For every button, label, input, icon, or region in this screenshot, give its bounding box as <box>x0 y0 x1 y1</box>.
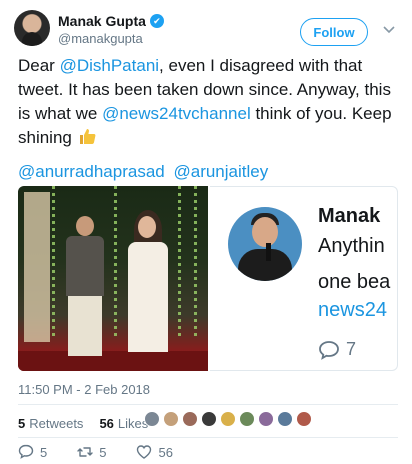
photo-person <box>126 210 170 352</box>
divider <box>18 404 398 405</box>
reply-button[interactable]: 5 <box>18 444 47 460</box>
likers-avatars <box>144 411 312 427</box>
tweet-mentions: @anurradhaprasad @arunjaitley <box>18 160 272 184</box>
author-name-row: Manak Gupta ✔ <box>58 13 164 29</box>
liker-avatar[interactable] <box>163 411 179 427</box>
thumbs-up-emoji-icon <box>77 126 97 146</box>
quoted-reply-number: 7 <box>346 339 357 359</box>
mention-link[interactable]: @arunjaitley <box>173 162 268 181</box>
liker-avatar[interactable] <box>220 411 236 427</box>
tweet-text: Dear @DishPatani, even I disagreed with … <box>18 54 398 150</box>
reply-icon <box>319 340 339 360</box>
tweet-actions: 5 5 56 <box>18 442 203 462</box>
quoted-tweet-text: Anythin <box>318 235 385 257</box>
photo-decor <box>114 186 117 336</box>
tweet-header: Manak Gupta ✔ @manakgupta Follow <box>14 10 398 50</box>
like-button[interactable]: 56 <box>136 444 173 460</box>
heart-icon <box>137 445 152 459</box>
reply-icon <box>18 444 34 459</box>
mention-link[interactable]: @news24tvchannel <box>102 104 251 123</box>
photo-decor <box>52 186 55 336</box>
liker-avatar[interactable] <box>201 411 217 427</box>
likes-count[interactable]: 56 <box>99 416 113 431</box>
liker-avatar[interactable] <box>277 411 293 427</box>
tweet-photo[interactable] <box>18 186 208 371</box>
tweet-stats: 5 Retweets 56 Likes <box>18 409 164 437</box>
author-avatar[interactable] <box>14 10 50 46</box>
photo-floor <box>18 351 208 371</box>
mention-link[interactable]: @DishPatani <box>60 56 159 75</box>
reply-count: 5 <box>40 444 48 460</box>
follow-button[interactable]: Follow <box>300 18 368 46</box>
photo-person <box>62 216 106 356</box>
photo-backdrop <box>24 192 50 342</box>
quoted-tweet-text: one bea <box>318 271 391 293</box>
liker-avatar[interactable] <box>144 411 160 427</box>
liker-avatar[interactable] <box>258 411 274 427</box>
divider <box>18 437 398 438</box>
quoted-author-avatar <box>228 207 302 281</box>
quoted-tweet-link: news24 <box>318 299 387 321</box>
verified-badge-icon: ✔ <box>149 14 164 28</box>
liker-avatar[interactable] <box>239 411 255 427</box>
author-name[interactable]: Manak Gupta <box>58 13 146 29</box>
tweet-timestamp[interactable]: 11:50 PM - 2 Feb 2018 <box>18 382 150 397</box>
quoted-author-name: Manak <box>318 205 381 227</box>
retweets-count[interactable]: 5 <box>18 416 25 431</box>
retweet-button[interactable]: 5 <box>77 444 106 460</box>
mention-link[interactable]: @anurradhaprasad <box>18 162 165 181</box>
photo-decor <box>194 186 197 336</box>
retweet-icon <box>77 447 93 457</box>
like-count: 56 <box>158 444 173 460</box>
tweet-text-segment: Dear <box>18 56 60 75</box>
quoted-reply-count: 7 <box>318 339 356 360</box>
liker-avatar[interactable] <box>182 411 198 427</box>
retweet-count: 5 <box>99 444 107 460</box>
author-handle[interactable]: @manakgupta <box>58 31 143 46</box>
photo-decor <box>178 186 181 336</box>
retweets-label[interactable]: Retweets <box>29 416 83 431</box>
liker-avatar[interactable] <box>296 411 312 427</box>
quoted-tweet-card[interactable]: Manak Anythin one bea news24 7 <box>210 186 398 371</box>
chevron-down-icon[interactable] <box>380 21 398 39</box>
